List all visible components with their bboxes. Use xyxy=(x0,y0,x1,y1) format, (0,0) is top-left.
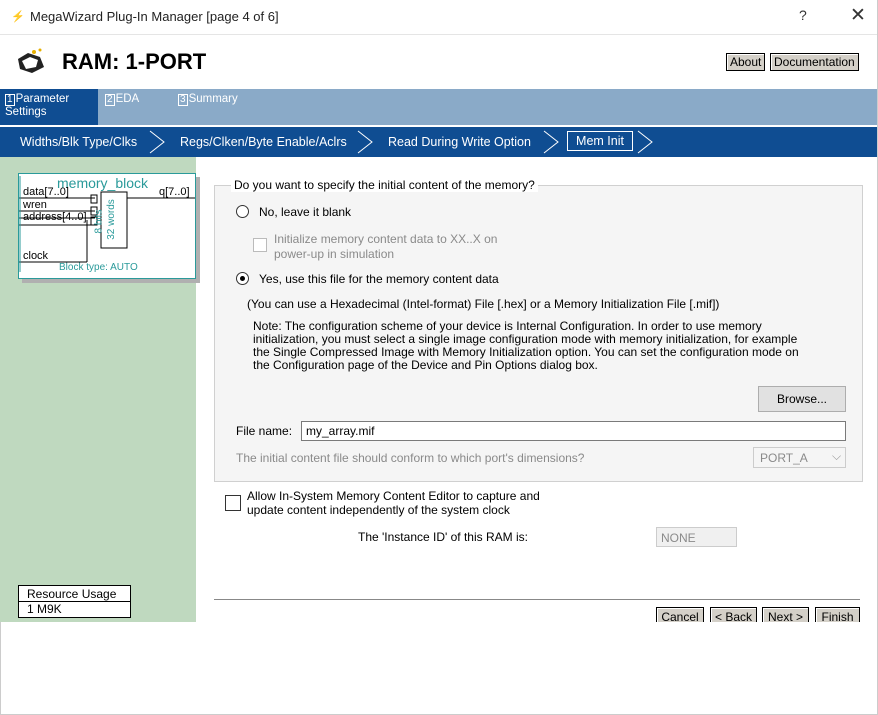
port-clock: clock xyxy=(23,250,49,262)
memory-block-symbol: memory_block data[7..0] wren address[4..… xyxy=(18,173,196,279)
wizard-header: RAM: 1-PORT About Documentation xyxy=(0,35,878,89)
port-wren: wren xyxy=(23,199,47,211)
radio-use-file[interactable] xyxy=(236,272,249,285)
bottom-area xyxy=(0,622,878,715)
memory-editor-checkbox[interactable] xyxy=(225,495,241,511)
window-border xyxy=(0,622,1,715)
step-tabs: 1 Parameter Settings 2 EDA 3 Summary xyxy=(0,89,878,125)
port-select[interactable]: PORT_A ⌵ xyxy=(753,447,846,468)
window-title: MegaWizard Plug-In Manager [page 4 of 6] xyxy=(30,9,279,24)
about-button[interactable]: About xyxy=(726,53,766,71)
block-type: Block type: AUTO xyxy=(59,262,138,273)
port-address: address[4..0] xyxy=(23,211,87,223)
page-title: RAM: 1-PORT xyxy=(62,49,207,74)
tab-number: 1 xyxy=(5,94,15,106)
port-q: q[7..0] xyxy=(159,186,190,198)
file-format-hint: (You can use a Hexadecimal (Intel-format… xyxy=(247,297,720,311)
tab-summary[interactable]: 3 Summary xyxy=(173,89,263,125)
chevron-right-icon xyxy=(637,130,653,154)
tab-eda[interactable]: 2 EDA xyxy=(100,89,172,125)
memory-editor-label-2: update content independently of the syst… xyxy=(247,503,510,517)
mem-init-question: Do you want to specify the initial conte… xyxy=(231,178,538,192)
note-line-1: Note: The configuration scheme of your d… xyxy=(253,319,762,333)
instance-id-label: The 'Instance ID' of this RAM is: xyxy=(358,530,528,544)
crumb-regs[interactable]: Regs/Clken/Byte Enable/Aclrs xyxy=(180,135,347,149)
tab-label: Summary xyxy=(188,93,238,105)
port-data: data[7..0] xyxy=(23,186,69,198)
crumb-mem-init[interactable]: Mem Init xyxy=(567,131,633,151)
symbol-name: memory_block xyxy=(57,175,149,191)
close-button[interactable]: ✕ xyxy=(850,4,866,27)
resource-usage-box: Resource Usage 1 M9K xyxy=(18,585,131,618)
symbol-bits: 8 bits xyxy=(93,209,105,234)
app-icon: ⚡ xyxy=(11,11,25,23)
chevron-down-icon: ⌵ xyxy=(832,449,842,463)
tab-number: 2 xyxy=(105,94,115,106)
tab-label: Parameter Settings xyxy=(5,93,70,118)
init-xx-label-2: power-up in simulation xyxy=(274,247,395,261)
resource-value: 1 M9K xyxy=(19,601,130,616)
radio-use-file-label: Yes, use this file for the memory conten… xyxy=(259,272,499,286)
divider xyxy=(214,599,860,600)
radio-leave-blank-label: No, leave it blank xyxy=(259,205,352,219)
crumb-read-during-write[interactable]: Read During Write Option xyxy=(388,135,531,149)
chevron-right-icon xyxy=(357,130,373,154)
title-bar: ⚡ MegaWizard Plug-In Manager [page 4 of … xyxy=(0,0,878,35)
documentation-button[interactable]: Documentation xyxy=(770,53,859,71)
port-question: The initial content file should conform … xyxy=(236,451,585,465)
instance-id-field: NONE xyxy=(656,527,737,547)
radio-leave-blank[interactable] xyxy=(236,205,249,218)
help-button[interactable]: ? xyxy=(799,7,807,23)
chevron-right-icon xyxy=(543,130,559,154)
breadcrumb: Widths/Blk Type/Clks Regs/Clken/Byte Ena… xyxy=(0,127,878,157)
wizard-icon xyxy=(18,48,44,73)
init-xx-label-1: Initialize memory content data to XX..X … xyxy=(274,232,498,246)
tab-number: 3 xyxy=(178,94,188,106)
tab-label: EDA xyxy=(115,93,140,105)
resource-label: Resource Usage xyxy=(27,587,117,601)
file-name-label: File name: xyxy=(236,424,293,438)
port-select-value: PORT_A xyxy=(760,451,808,465)
browse-button[interactable]: Browse... xyxy=(758,386,846,412)
memory-editor-label-1: Allow In-System Memory Content Editor to… xyxy=(247,489,540,503)
note-line-2: initialization, you must select a single… xyxy=(253,332,798,346)
init-xx-checkbox[interactable] xyxy=(253,238,267,252)
chevron-right-icon xyxy=(149,130,165,154)
crumb-widths[interactable]: Widths/Blk Type/Clks xyxy=(20,135,137,149)
tab-parameter-settings[interactable]: 1 Parameter Settings xyxy=(0,89,98,125)
file-name-input[interactable] xyxy=(301,421,846,441)
symbol-words: 32 words xyxy=(105,199,117,240)
note-line-4: the Configuration page of the Device and… xyxy=(253,358,598,372)
note-line-3: the Single Compressed Image with Memory … xyxy=(253,345,799,359)
